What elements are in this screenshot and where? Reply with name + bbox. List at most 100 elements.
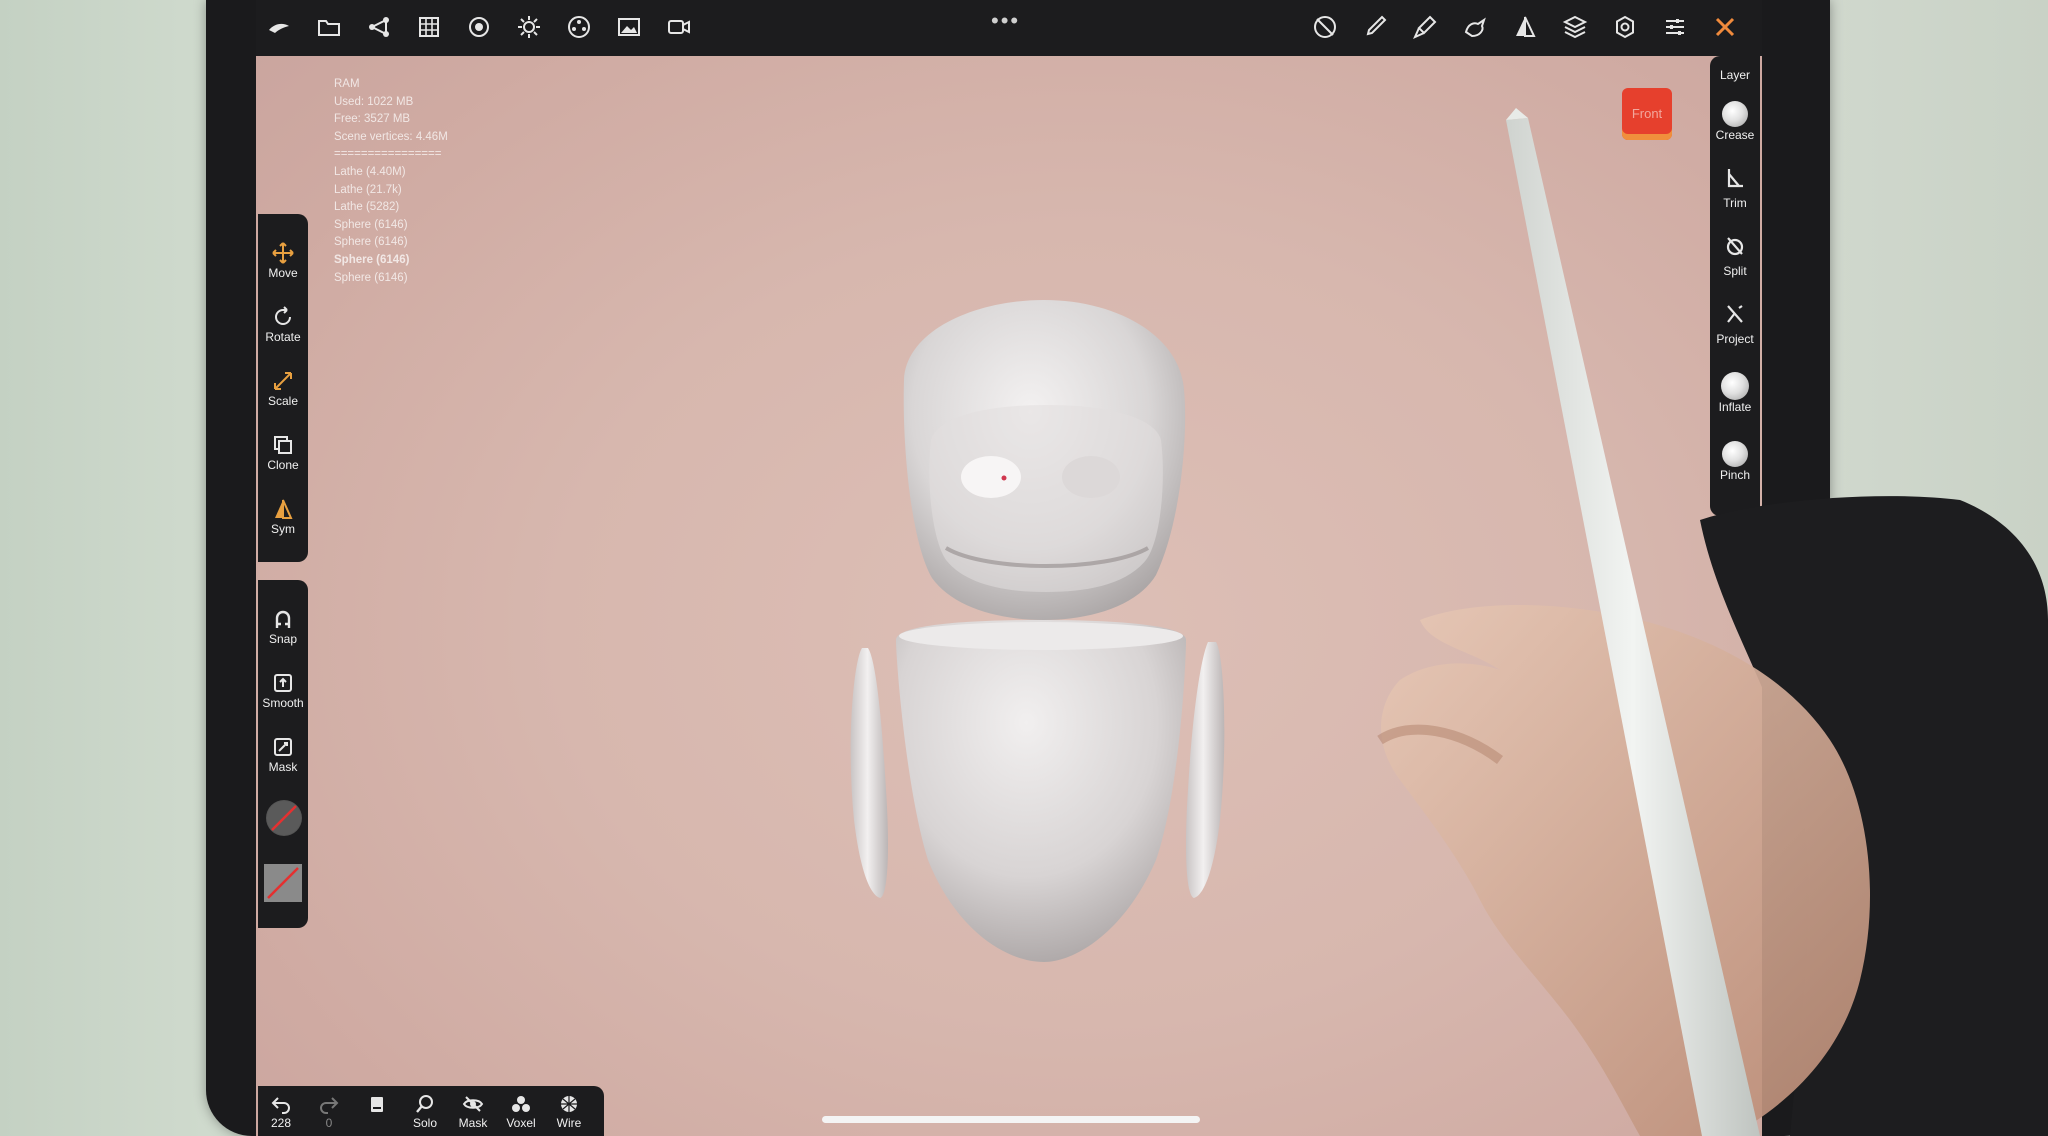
- left-transform-panel: Move Rotate Scale Clone Sym: [258, 214, 308, 562]
- smudge-icon[interactable]: [1460, 14, 1490, 44]
- brush-icon[interactable]: [1360, 14, 1390, 44]
- voxel-button[interactable]: Voxel: [498, 1090, 544, 1130]
- mesh-item[interactable]: Lathe (4.40M): [334, 164, 448, 182]
- background-image-icon[interactable]: [614, 14, 644, 44]
- voxel-label: Voxel: [506, 1116, 536, 1130]
- smooth-toggle[interactable]: Smooth: [258, 668, 308, 710]
- trim-tool[interactable]: Trim: [1710, 166, 1760, 210]
- sym-label: Sym: [271, 522, 295, 536]
- voxel-icon: [498, 1090, 544, 1116]
- wire-button[interactable]: Wire: [546, 1090, 592, 1130]
- mask-visibility-label: Mask: [458, 1116, 488, 1130]
- crease-tool[interactable]: Crease: [1710, 98, 1760, 142]
- undo-count: 228: [270, 1116, 292, 1130]
- grid-icon[interactable]: [414, 14, 444, 44]
- scene-list-button[interactable]: [354, 1090, 400, 1116]
- rotate-tool[interactable]: Rotate: [258, 302, 308, 344]
- light-icon[interactable]: [514, 14, 544, 44]
- move-icon: [258, 238, 308, 266]
- scale-label: Scale: [267, 394, 299, 408]
- inflate-label: Inflate: [1718, 400, 1752, 414]
- mask-toggle[interactable]: Mask: [258, 732, 308, 774]
- trim-label: Trim: [1723, 196, 1747, 210]
- material-icon[interactable]: [464, 14, 494, 44]
- robot-model[interactable]: [850, 300, 1225, 962]
- mesh-item[interactable]: Sphere (6146): [334, 217, 448, 235]
- symmetry-icon[interactable]: [1510, 14, 1540, 44]
- stats-line: RAM: [334, 78, 360, 90]
- robot-eye-right: [1062, 456, 1120, 498]
- inflate-icon: [1710, 370, 1760, 400]
- sliders-icon[interactable]: [1660, 14, 1690, 44]
- mask-icon: [258, 732, 308, 760]
- clone-icon: [258, 430, 308, 458]
- scale-icon: [258, 366, 308, 394]
- scene-stats: RAM Used: 1022 MB Free: 3527 MB Scene ve…: [334, 76, 448, 287]
- mask-label: Mask: [268, 760, 298, 774]
- folder-icon[interactable]: [314, 14, 344, 44]
- scale-tool[interactable]: Scale: [258, 366, 308, 408]
- trim-icon: [1710, 166, 1760, 196]
- solo-label: Solo: [412, 1116, 438, 1130]
- view-cube-front[interactable]: Front: [1622, 88, 1672, 140]
- redo-count: 0: [325, 1116, 333, 1130]
- pinch-label: Pinch: [1719, 468, 1751, 482]
- project-icon: [1710, 302, 1760, 332]
- magnet-icon: [258, 604, 308, 632]
- eye-off-icon: [450, 1090, 496, 1116]
- stats-separator: ================: [334, 148, 442, 161]
- top-toolbar: •••: [256, 0, 1762, 56]
- postprocess-icon[interactable]: [564, 14, 594, 44]
- move-tool[interactable]: Move: [258, 238, 308, 280]
- bottom-toolbar: 228 0 Solo Mask Voxel Wire: [258, 1086, 604, 1136]
- split-icon: [1710, 234, 1760, 264]
- color-swatch[interactable]: [266, 800, 302, 836]
- settings-icon[interactable]: [1610, 14, 1640, 44]
- camera-icon[interactable]: [664, 14, 694, 44]
- tools-icon[interactable]: [1710, 14, 1740, 44]
- sculpt-viewport[interactable]: [256, 0, 1762, 1136]
- matcap-swatch[interactable]: [264, 864, 302, 902]
- stats-line: Free: 3527 MB: [334, 113, 411, 126]
- redo-icon: [306, 1090, 352, 1116]
- sym-tool[interactable]: Sym: [258, 494, 308, 536]
- logo-icon[interactable]: [264, 14, 294, 44]
- layers-icon[interactable]: [1560, 14, 1590, 44]
- solo-button[interactable]: Solo: [402, 1090, 448, 1130]
- rotate-label: Rotate: [265, 330, 301, 344]
- home-indicator: [822, 1116, 1200, 1123]
- inflate-tool[interactable]: Inflate: [1710, 370, 1760, 414]
- wire-label: Wire: [556, 1116, 582, 1130]
- right-tool-panel: Layer Crease Trim Split Project Inflate …: [1710, 56, 1760, 516]
- project-tool[interactable]: Project: [1710, 302, 1760, 346]
- pinch-icon: [1710, 438, 1760, 468]
- mesh-item-selected[interactable]: Sphere (6146): [334, 252, 448, 270]
- stats-line: Used: 1022 MB: [334, 95, 414, 108]
- split-tool[interactable]: Split: [1710, 234, 1760, 278]
- rotate-icon: [258, 302, 308, 330]
- move-label: Move: [268, 266, 298, 280]
- app-screen: ••• RAM Used: 1022 MB Free: 3527 MB Scen…: [256, 0, 1762, 1136]
- mesh-item[interactable]: Sphere (6146): [334, 234, 448, 252]
- clone-tool[interactable]: Clone: [258, 430, 308, 472]
- mesh-item[interactable]: Lathe (5282): [334, 199, 448, 217]
- mesh-item[interactable]: Sphere (6146): [334, 270, 448, 288]
- paint-icon[interactable]: [1410, 14, 1440, 44]
- undo-button[interactable]: 228: [258, 1090, 304, 1130]
- redo-button[interactable]: 0: [306, 1090, 352, 1130]
- mesh-item[interactable]: Lathe (21.7k): [334, 182, 448, 200]
- split-label: Split: [1723, 264, 1747, 278]
- smooth-label: Smooth: [262, 696, 304, 710]
- undo-icon: [258, 1090, 304, 1116]
- no-brush-icon[interactable]: [1310, 14, 1340, 44]
- scene-tree-icon[interactable]: [364, 14, 394, 44]
- layer-tool[interactable]: Layer: [1710, 68, 1760, 82]
- robot-eye-left: [961, 456, 1021, 498]
- clone-label: Clone: [267, 458, 299, 472]
- snap-label: Snap: [268, 632, 298, 646]
- pinch-tool[interactable]: Pinch: [1710, 438, 1760, 482]
- snap-toggle[interactable]: Snap: [258, 604, 308, 646]
- more-options-icon[interactable]: •••: [991, 8, 1020, 34]
- mask-visibility-button[interactable]: Mask: [450, 1090, 496, 1130]
- crease-icon: [1710, 98, 1760, 128]
